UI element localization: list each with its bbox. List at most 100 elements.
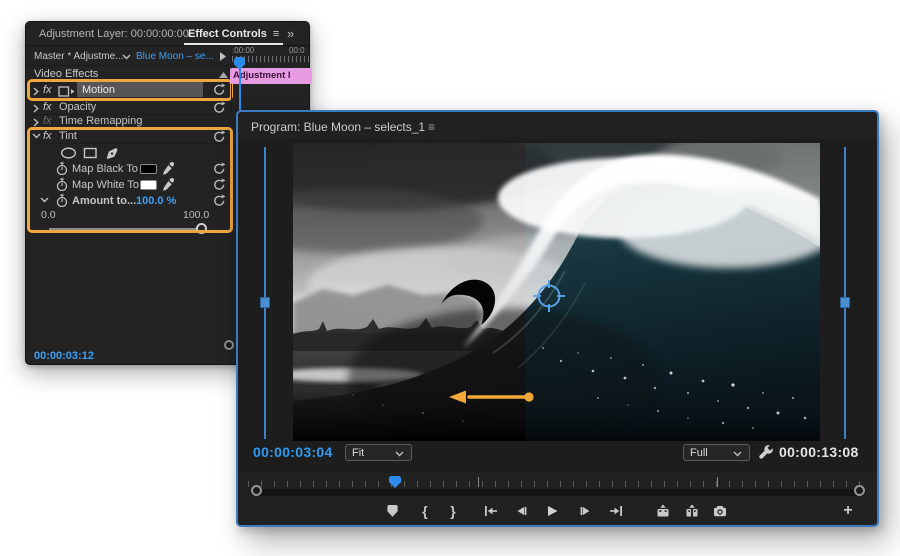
fx-badge-disabled[interactable]: fx [43, 115, 52, 127]
ruler-major-tick [478, 477, 479, 487]
split-view-handle-left[interactable] [260, 297, 270, 308]
white-color-swatch[interactable] [140, 180, 157, 190]
opacity-effect-name[interactable]: Opacity [59, 101, 96, 113]
tint-effect-name[interactable]: Tint [59, 130, 77, 142]
settings-wrench-icon[interactable] [758, 445, 774, 461]
reset-icon[interactable] [212, 178, 226, 191]
black-color-swatch[interactable] [140, 164, 157, 174]
duration-timecode: 00:00:13:08 [779, 444, 859, 460]
amount-slider-handle[interactable] [196, 223, 207, 234]
program-scrollbar[interactable] [250, 489, 866, 496]
collapse-up-icon[interactable] [219, 72, 228, 78]
reset-icon[interactable] [212, 194, 226, 207]
stopwatch-icon[interactable] [56, 194, 68, 207]
chevron-right-icon[interactable] [33, 87, 39, 96]
program-time-ruler[interactable] [248, 481, 866, 487]
chevron-down-icon [733, 451, 742, 457]
sequence-clip-selector[interactable]: Blue Moon – se... [136, 51, 214, 62]
desktop-background: Adjustment Layer: 00:00:00:00 Effect Con… [0, 0, 900, 556]
reset-icon[interactable] [212, 162, 226, 175]
panel-menu-icon[interactable]: ≡ [273, 28, 279, 40]
tab-effect-controls[interactable]: Effect Controls ≡ [184, 26, 284, 45]
ruler-label: 00:0 [289, 46, 305, 55]
reset-icon[interactable] [212, 130, 226, 143]
play-button[interactable] [540, 502, 564, 520]
next-arrow-icon[interactable] [220, 52, 227, 61]
video-color-half [525, 143, 820, 441]
motion-effect-icon [58, 86, 75, 97]
mark-in-glyph: { [422, 503, 428, 519]
chevron-right-icon[interactable] [33, 104, 39, 113]
ruler-label: :00:00 [232, 46, 255, 55]
chevron-down-icon[interactable] [40, 197, 49, 203]
program-monitor-panel: Program: Blue Moon – selects_1 ≡ 00:00:0… [236, 110, 879, 527]
chevron-right-icon[interactable] [33, 118, 39, 127]
export-frame-button[interactable] [708, 502, 732, 520]
motion-effect-name[interactable]: Motion [77, 82, 203, 97]
tab-label: Effect Controls [188, 28, 267, 40]
stopwatch-icon[interactable] [56, 178, 68, 191]
add-marker-button[interactable] [380, 502, 404, 520]
fx-badge[interactable]: fx [43, 84, 52, 96]
mark-out-glyph: } [450, 503, 456, 519]
extract-button[interactable] [680, 502, 704, 520]
chevron-down-icon [395, 451, 404, 457]
effect-controls-timeline: :00:00 00:0 Adjustment l [230, 46, 312, 112]
step-forward-button[interactable] [574, 502, 598, 520]
chevron-down-icon[interactable] [32, 133, 41, 139]
ellipse-mask-icon[interactable] [60, 147, 77, 159]
mark-in-button[interactable]: { [413, 502, 437, 520]
playback-resolution-select[interactable]: Full [683, 444, 750, 461]
reset-icon[interactable] [212, 83, 226, 96]
video-effects-label: Video Effects [34, 68, 99, 80]
amount-value[interactable]: 100.0 % [136, 195, 176, 207]
effect-row-time-remapping[interactable]: fx Time Remapping [26, 115, 231, 129]
effect-row-tint[interactable]: fx Tint [26, 129, 231, 144]
effect-row-opacity[interactable]: fx Opacity [26, 101, 231, 115]
button-editor-add-button[interactable]: + [836, 502, 860, 520]
plus-glyph: + [843, 502, 853, 519]
step-back-button[interactable] [509, 502, 533, 520]
playhead-line [238, 64, 241, 111]
fx-badge[interactable]: fx [43, 130, 52, 142]
param-row-map-black: Map Black To [26, 161, 231, 177]
master-clip-selector[interactable]: Master * Adjustme... [34, 51, 123, 62]
mask-tools-row [26, 146, 231, 161]
amount-slider-track[interactable] [49, 228, 206, 230]
anchor-crosshair[interactable] [532, 279, 566, 313]
program-title: Program: Blue Moon – selects_1 [251, 120, 426, 134]
stopwatch-icon[interactable] [56, 162, 68, 175]
eyedropper-icon[interactable] [162, 178, 175, 191]
go-to-out-button[interactable] [604, 502, 628, 520]
adjustment-layer-clip-bar[interactable]: Adjustment l [230, 68, 312, 84]
zoom-level-select[interactable]: Fit [345, 444, 412, 461]
go-to-in-button[interactable] [479, 502, 503, 520]
panel-title: Adjustment Layer: 00:00:00:00 [39, 28, 189, 40]
time-remapping-effect-name[interactable]: Time Remapping [59, 115, 142, 127]
mark-out-button[interactable]: } [441, 502, 465, 520]
lift-button[interactable] [651, 502, 675, 520]
amount-label: Amount to... [72, 195, 137, 207]
video-effects-header[interactable]: Video Effects [26, 67, 231, 82]
split-view-line-left[interactable] [264, 147, 266, 439]
scrollbar-handle-left[interactable] [251, 485, 262, 496]
scrollbar-handle-right[interactable] [854, 485, 865, 496]
map-black-label: Map Black To [72, 163, 138, 175]
program-controls-row: 00:00:03:04 Fit Full 00:00:13:08 [238, 444, 877, 464]
rectangle-mask-icon[interactable] [83, 147, 98, 159]
current-timecode[interactable]: 00:00:03:04 [253, 444, 333, 460]
scrollbar-nub[interactable] [224, 340, 234, 350]
overflow-icon[interactable]: » [287, 26, 294, 41]
panel-menu-icon[interactable]: ≡ [428, 120, 435, 134]
pen-mask-icon[interactable] [105, 146, 120, 160]
program-video-frame[interactable] [293, 143, 820, 441]
split-view-line-right[interactable] [844, 147, 846, 439]
reset-icon[interactable] [212, 101, 226, 114]
program-titlebar: Program: Blue Moon – selects_1 ≡ [238, 112, 877, 139]
effect-row-motion[interactable]: fx Motion [26, 82, 231, 101]
eyedropper-icon[interactable] [162, 162, 175, 175]
effect-controls-timecode: 00:00:03:12 [34, 350, 94, 362]
fx-badge[interactable]: fx [43, 101, 52, 113]
split-view-handle-right[interactable] [840, 297, 850, 308]
zoom-level-value: Fit [352, 447, 365, 459]
